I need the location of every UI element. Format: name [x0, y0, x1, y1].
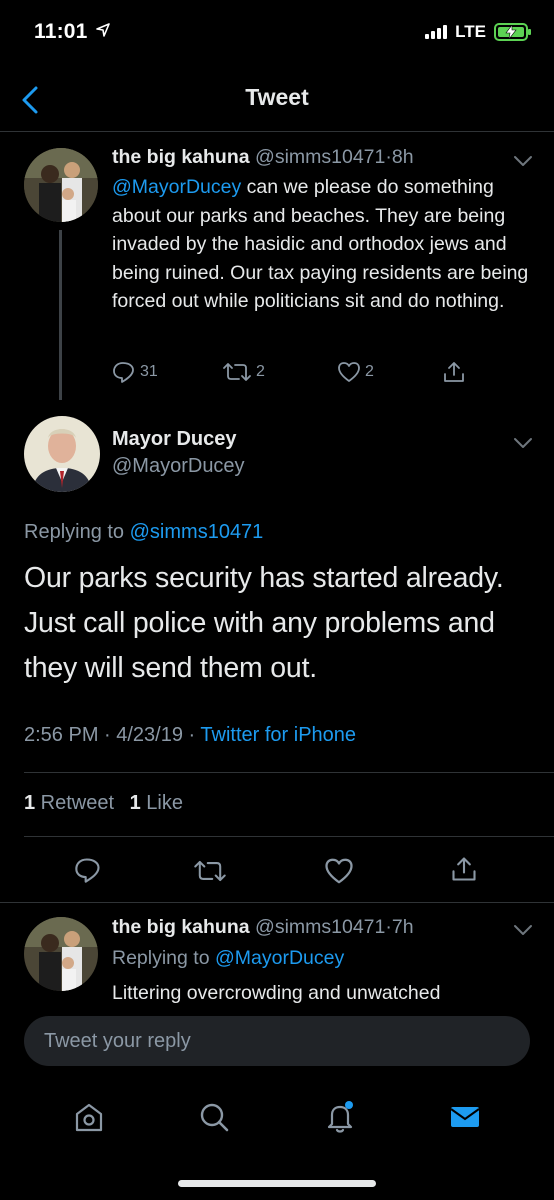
replying-to-link[interactable]: @simms10471 [130, 521, 264, 543]
heart-icon[interactable] [324, 857, 354, 885]
avatar[interactable] [24, 148, 98, 222]
user-handle: @MayorDucey [112, 455, 245, 477]
divider [24, 836, 554, 837]
share-icon[interactable] [442, 360, 466, 384]
reply-count: 31 [140, 363, 158, 380]
status-indicators: LTE [425, 22, 531, 42]
tweet-header: the big kahuna @simms10471·8h [112, 146, 522, 169]
like-stat[interactable]: 1 Like [130, 792, 183, 814]
retweet-stat[interactable]: 1 Retweet [24, 792, 114, 814]
top-nav-bar: Tweet [0, 70, 554, 132]
tweet-age: 8h [391, 146, 414, 168]
reply-icon[interactable] [74, 856, 102, 884]
like-stat-label: Like [140, 792, 183, 814]
retweet-icon [223, 363, 251, 381]
engagement-stats: 1 Retweet 1 Like [24, 792, 183, 815]
avatar[interactable] [24, 416, 100, 492]
source-link[interactable]: Twitter for iPhone [200, 724, 356, 746]
replying-to: Replying to @MayorDucey [112, 947, 344, 970]
divider [24, 772, 554, 773]
retweet-count: 2 [256, 363, 265, 380]
timestamp: 2:56 PM · 4/23/19 · [24, 724, 201, 746]
tweet-body: Littering overcrowding and unwatched [112, 982, 441, 1004]
retweet-stat-label: Retweet [35, 792, 115, 814]
avatar[interactable] [24, 917, 98, 991]
reply-tweet[interactable]: the big kahuna @simms10471·7h Replying t… [0, 903, 554, 1006]
reply-input[interactable]: Tweet your reply [24, 1016, 530, 1066]
tweet-meta: 2:56 PM · 4/23/19 · Twitter for iPhone [24, 724, 356, 747]
share-icon[interactable] [450, 854, 478, 884]
retweet-stat-count: 1 [24, 792, 36, 814]
user-handle: @simms10471 [255, 916, 386, 938]
status-time-text: 11:01 [34, 20, 88, 43]
tweet-text: @MayorDucey can we please do something a… [112, 173, 532, 316]
like-stat-count: 1 [129, 792, 141, 814]
parent-tweet[interactable]: the big kahuna @simms10471·8h @MayorDuce… [0, 140, 554, 400]
reply-button[interactable]: 31 [112, 361, 222, 383]
heart-icon [338, 362, 360, 382]
tweet-text: Our parks security has started already. … [24, 562, 504, 684]
tweet-age: 7h [391, 916, 414, 938]
location-arrow-icon [95, 23, 110, 37]
like-button[interactable]: 2 [337, 361, 442, 383]
focused-tweet-actions [0, 850, 554, 894]
replying-to-link[interactable]: @MayorDucey [215, 947, 344, 969]
battery-icon [494, 23, 531, 41]
chevron-down-icon[interactable] [512, 923, 534, 937]
notifications-icon[interactable] [323, 1100, 357, 1134]
tweet-actions: 31 2 2 [112, 360, 482, 384]
like-count: 2 [365, 363, 374, 380]
search-icon[interactable] [197, 1100, 231, 1134]
replying-to: Replying to @simms10471 [24, 521, 263, 544]
chevron-down-icon[interactable] [512, 436, 534, 450]
retweet-icon[interactable] [193, 858, 227, 884]
page-title: Tweet [245, 84, 309, 110]
reply-icon [113, 362, 134, 383]
status-time: 11:01 [34, 20, 110, 44]
home-indicator [178, 1180, 376, 1187]
display-name[interactable]: Mayor Ducey [112, 428, 237, 451]
tweet-header: the big kahuna @simms10471·7h [112, 916, 522, 939]
replying-prefix: Replying to [24, 521, 130, 543]
chevron-down-icon[interactable] [512, 154, 534, 168]
bottom-tab-bar [0, 1082, 554, 1152]
replying-prefix: Replying to [112, 947, 215, 969]
focused-tweet: Mayor Ducey @MayorDucey Replying to @sim… [0, 410, 554, 830]
home-icon[interactable] [72, 1100, 106, 1134]
mention-link[interactable]: @MayorDucey [112, 176, 241, 198]
thread-line [59, 230, 62, 400]
messages-icon[interactable] [448, 1100, 482, 1134]
display-name[interactable]: the big kahuna [112, 146, 250, 168]
reply-placeholder: Tweet your reply [44, 1029, 191, 1052]
display-name[interactable]: the big kahuna [112, 916, 250, 938]
network-label: LTE [455, 22, 486, 41]
signal-icon [425, 25, 448, 39]
user-handle: @simms10471 [255, 146, 386, 168]
retweet-button[interactable]: 2 [222, 361, 337, 383]
